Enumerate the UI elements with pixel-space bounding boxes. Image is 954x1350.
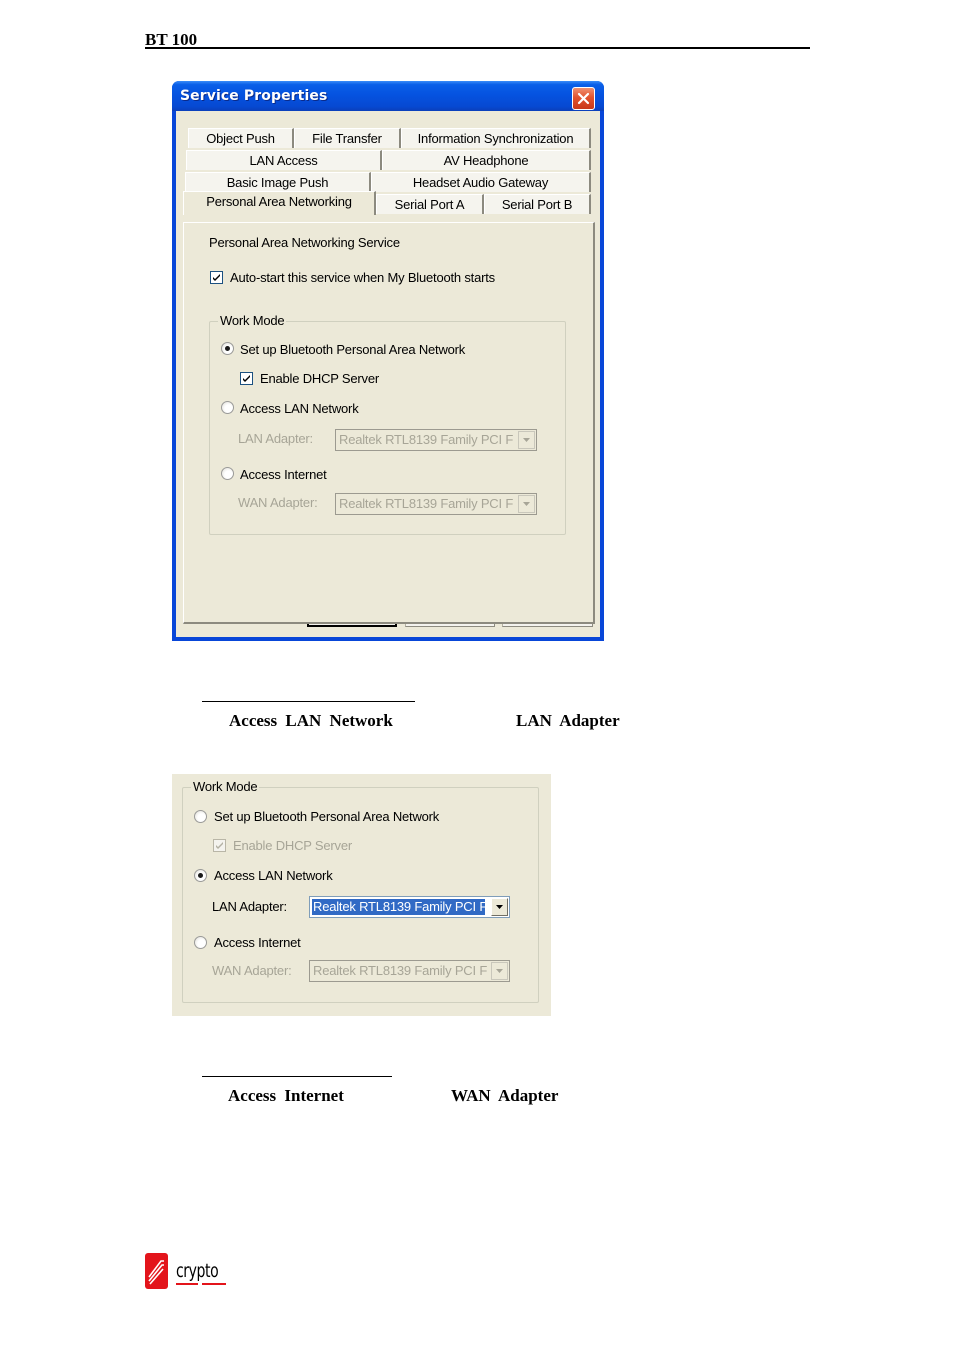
logo-text: crypto: [176, 1260, 219, 1282]
work-mode-legend: Work Mode: [191, 779, 260, 794]
tab-serial-port-a[interactable]: Serial Port A: [376, 194, 484, 214]
work-mode-lan-screenshot: Work Mode Set up Bluetooth Personal Area…: [172, 774, 551, 1016]
tab-serial-port-b[interactable]: Serial Port B: [484, 194, 591, 214]
tab-personal-area-networking[interactable]: Personal Area Networking: [183, 191, 376, 215]
tab-object-push[interactable]: Object Push: [188, 128, 294, 148]
wan-adapter-label: WAN Adapter:: [238, 495, 318, 510]
autostart-label: Auto-start this service when My Bluetoot…: [230, 270, 495, 285]
radio-access-lan[interactable]: [194, 869, 207, 882]
wan-adapter-value: Realtek RTL8139 Family PCI F: [339, 496, 513, 511]
chevron-down-icon: [496, 905, 503, 909]
dropdown-button[interactable]: [518, 495, 535, 513]
radio-access-internet[interactable]: [194, 936, 207, 949]
radio-setup-pan[interactable]: [221, 342, 234, 355]
setup-pan-label: Set up Bluetooth Personal Area Network: [214, 809, 440, 824]
radio-access-lan[interactable]: [221, 401, 234, 414]
wan-adapter-select[interactable]: Realtek RTL8139 Family PCI F: [309, 960, 510, 982]
logo-underline: [202, 1283, 226, 1285]
work-mode-legend: Work Mode: [218, 313, 287, 328]
crypto-logo-icon: [145, 1253, 168, 1289]
autostart-checkbox[interactable]: [210, 271, 223, 284]
radio-dot: [225, 346, 230, 351]
lan-adapter-select[interactable]: Realtek RTL8139 Family PCI F: [309, 896, 510, 918]
access-internet-label: Access Internet: [240, 467, 327, 482]
dropdown-button[interactable]: [518, 431, 535, 449]
checkmark-icon: [216, 842, 223, 849]
lan-adapter-value: Realtek RTL8139 Family PCI F: [339, 432, 513, 447]
wan-adapter-label: WAN Adapter:: [212, 963, 292, 978]
access-lan-label: Access LAN Network: [214, 868, 333, 883]
section-rule: [202, 701, 415, 702]
dialog-client: Object Push File Transfer Information Sy…: [176, 111, 600, 637]
enable-dhcp-checkbox[interactable]: [213, 839, 226, 852]
checkmark-icon: [243, 375, 250, 382]
tab-information-synchronization[interactable]: Information Synchronization: [401, 128, 591, 148]
access-internet-label: Access Internet: [214, 935, 301, 950]
lan-adapter-select[interactable]: Realtek RTL8139 Family PCI F: [335, 429, 537, 451]
tab-panel: Personal Area Networking Service Auto-st…: [183, 222, 595, 624]
lan-adapter-label: LAN Adapter:: [238, 431, 313, 446]
service-properties-dialog: Service Properties Object Push File Tran…: [172, 81, 604, 641]
term-lan-adapter: LAN Adapter: [516, 711, 620, 730]
dropdown-button[interactable]: [491, 962, 508, 980]
chevron-down-icon: [496, 969, 503, 973]
title-bar[interactable]: Service Properties: [172, 81, 604, 111]
chevron-down-icon: [523, 502, 530, 506]
lan-adapter-value: Realtek RTL8139 Family PCI F: [312, 899, 485, 915]
enable-dhcp-label: Enable DHCP Server: [260, 371, 379, 386]
close-x-icon: [577, 92, 590, 105]
term-wan-adapter: WAN Adapter: [451, 1086, 559, 1105]
term-access-internet: Access Internet: [228, 1086, 344, 1105]
enable-dhcp-label: Enable DHCP Server: [233, 838, 352, 853]
tab-basic-image-push[interactable]: Basic Image Push: [185, 172, 371, 192]
dialog-title: Service Properties: [180, 88, 328, 104]
tab-av-headphone[interactable]: AV Headphone: [382, 150, 591, 170]
checkmark-icon: [213, 274, 220, 281]
section-rule: [202, 1076, 392, 1077]
access-lan-label: Access LAN Network: [240, 401, 359, 416]
logo-underline: [176, 1283, 198, 1285]
radio-access-internet[interactable]: [221, 467, 234, 480]
header-rule: [145, 47, 810, 49]
radio-setup-pan[interactable]: [194, 810, 207, 823]
lan-adapter-label: LAN Adapter:: [212, 899, 287, 914]
tab-file-transfer[interactable]: File Transfer: [294, 128, 401, 148]
radio-dot: [198, 873, 203, 878]
dropdown-button[interactable]: [491, 898, 508, 916]
wan-adapter-select[interactable]: Realtek RTL8139 Family PCI F: [335, 493, 537, 515]
chevron-down-icon: [523, 438, 530, 442]
setup-pan-label: Set up Bluetooth Personal Area Network: [240, 342, 466, 357]
service-label: Personal Area Networking Service: [209, 235, 400, 250]
close-button[interactable]: [572, 87, 595, 110]
tab-lan-access[interactable]: LAN Access: [186, 150, 382, 170]
wan-adapter-value: Realtek RTL8139 Family PCI F: [313, 963, 487, 978]
term-access-lan-network: Access LAN Network: [229, 711, 393, 730]
tab-headset-audio-gateway[interactable]: Headset Audio Gateway: [371, 172, 591, 192]
enable-dhcp-checkbox[interactable]: [240, 372, 253, 385]
